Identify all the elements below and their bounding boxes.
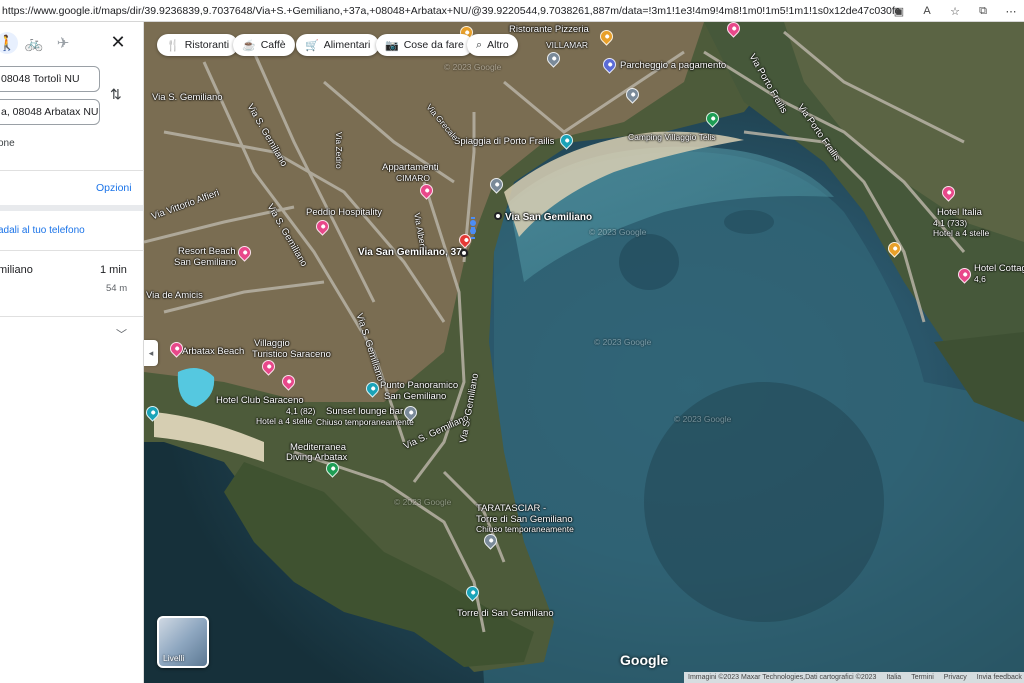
place-label: San Gemiliano [384, 391, 447, 402]
place-label[interactable]: Hotel Italia [937, 207, 982, 218]
browser-toolbar: ▣ A ☆ ⧉ ⋯ [892, 0, 1018, 22]
watermark: © 2023 Google [589, 227, 647, 237]
place-category: Hotel a 4 stelle [256, 416, 313, 426]
place-label[interactable]: Spiaggia di Porto Frailis [454, 136, 554, 147]
street-label: Via S. Gemiliano [152, 92, 223, 103]
divider [0, 316, 143, 317]
route-distance: 54 m [106, 283, 128, 294]
chevron-down-icon[interactable]: ﹀ [116, 326, 127, 342]
place-label[interactable]: Peddio Hospitality [306, 207, 382, 218]
place-label[interactable]: Appartamenti [382, 162, 439, 173]
collections-icon[interactable]: ⧉ [976, 5, 990, 18]
browser-address-bar[interactable]: https://www.google.it/maps/dir/39.923683… [0, 0, 1024, 22]
options-link[interactable]: Opzioni [96, 182, 132, 194]
street-label: Via San Gemiliano [505, 212, 593, 223]
layers-button[interactable]: Livelli [157, 616, 209, 668]
route-dot [470, 228, 476, 234]
destination-label[interactable]: Via San Gemiliano, 37a [358, 247, 467, 258]
translate-icon[interactable]: A [920, 5, 934, 17]
swap-icon[interactable]: ⇅ [110, 86, 122, 103]
map-canvas[interactable]: 🍴 Ristoranti ☕ Caffè 🛒 Alimentari 📷 Cose da … [144, 22, 1024, 683]
imagery-credits: Immagini ©2023 Maxar Technologies,Dati c… [688, 674, 877, 681]
layers-label: Livelli [163, 653, 185, 663]
more-icon[interactable]: ⋯ [1004, 5, 1018, 18]
reading-mode-icon[interactable]: ▣ [892, 5, 906, 18]
google-logo: Google [620, 652, 669, 668]
watermark: © 2023 Google [394, 497, 452, 507]
place-label[interactable]: Arbatax Beach [182, 346, 244, 357]
place-label[interactable]: Hotel Club Saraceno [216, 395, 304, 406]
search-icon: ⌕ [476, 38, 483, 51]
url-text[interactable]: https://www.google.it/maps/dir/39.923683… [0, 5, 900, 17]
divider [0, 170, 143, 171]
directions-panel: 🚶 🚲 ✈ ✕ 08048 Tortolì NU a, 08048 Arbata… [0, 22, 144, 683]
chip-things-to-do[interactable]: 📷 Cose da fare [376, 34, 473, 56]
route-dot [470, 220, 476, 226]
flight-icon[interactable]: ✈ [52, 32, 74, 54]
send-to-phone-link[interactable]: adali al tuo telefono [0, 225, 85, 236]
place-label: Diving Arbatax [286, 452, 348, 463]
watermark: © 2023 Google [444, 62, 502, 72]
place-label[interactable]: Ristorante Pizzeria [509, 24, 589, 35]
place-label: CIMARO [396, 173, 430, 183]
collapse-panel-button[interactable]: ◂ [144, 340, 158, 366]
region-link[interactable]: Italia [886, 674, 901, 681]
favorite-icon[interactable]: ☆ [948, 5, 962, 18]
place-rating: 4,6 [974, 274, 986, 284]
app-window: https://www.google.it/maps/dir/39.923683… [0, 0, 1024, 683]
privacy-link[interactable]: Privacy [944, 674, 967, 681]
place-label[interactable]: TARATASCIAR - [476, 503, 546, 514]
waypoint-dot[interactable] [494, 212, 502, 220]
street-label: Via Zedro [334, 132, 344, 169]
terms-link[interactable]: Termini [911, 674, 934, 681]
place-label[interactable]: Torre di San Gemiliano [457, 608, 554, 619]
place-label: VILLAMAR [546, 40, 589, 50]
place-label[interactable]: Camping Villaggio Telis [628, 132, 716, 143]
watermark: © 2023 Google [674, 414, 732, 424]
place-label: Turistico Saraceno [252, 349, 331, 360]
close-directions-button[interactable]: ✕ [108, 32, 128, 52]
chip-groceries[interactable]: 🛒 Alimentari [296, 34, 380, 56]
chip-restaurants[interactable]: 🍴 Ristoranti [157, 34, 239, 56]
origin-input[interactable]: 08048 Tortolì NU [0, 66, 100, 92]
place-label[interactable]: Punto Panoramico [380, 380, 458, 391]
waypoint-dot[interactable] [460, 249, 468, 257]
place-category: Hotel a 4 stelle [933, 228, 990, 238]
section-divider [0, 205, 143, 211]
place-label[interactable]: Villaggio [254, 338, 290, 349]
divider [0, 250, 143, 251]
chip-more[interactable]: ⌕ Altro [467, 34, 518, 56]
walking-icon[interactable]: 🚶 [0, 32, 18, 54]
bicycle-icon[interactable]: 🚲 [23, 32, 45, 54]
feedback-link[interactable]: Invia feedback [977, 674, 1022, 681]
place-label[interactable]: Parcheggio a pagamento [620, 60, 726, 71]
place-label[interactable]: Resort Beach [178, 246, 236, 257]
route-options-text[interactable]: one [0, 138, 15, 149]
street-label: Via de Amicis [146, 290, 203, 301]
map-footer: Immagini ©2023 Maxar Technologies,Dati c… [684, 672, 1024, 683]
place-label: San Gemiliano [174, 257, 237, 268]
place-status: Chiuso temporaneamente [316, 417, 414, 427]
destination-input[interactable]: a, 08048 Arbatax NU [0, 99, 100, 125]
restaurant-icon: 🍴 [166, 39, 180, 52]
place-label[interactable]: Sunset lounge bar [326, 406, 403, 417]
route-time: 1 min [100, 264, 127, 276]
coffee-icon: ☕ [242, 39, 256, 52]
route-name: miliano [0, 264, 33, 276]
camera-icon: 📷 [385, 39, 399, 52]
place-label[interactable]: Hotel Cottage [974, 263, 1024, 274]
cart-icon: 🛒 [305, 39, 319, 52]
watermark: © 2023 Google [594, 337, 652, 347]
chip-coffee[interactable]: ☕ Caffè [233, 34, 295, 56]
